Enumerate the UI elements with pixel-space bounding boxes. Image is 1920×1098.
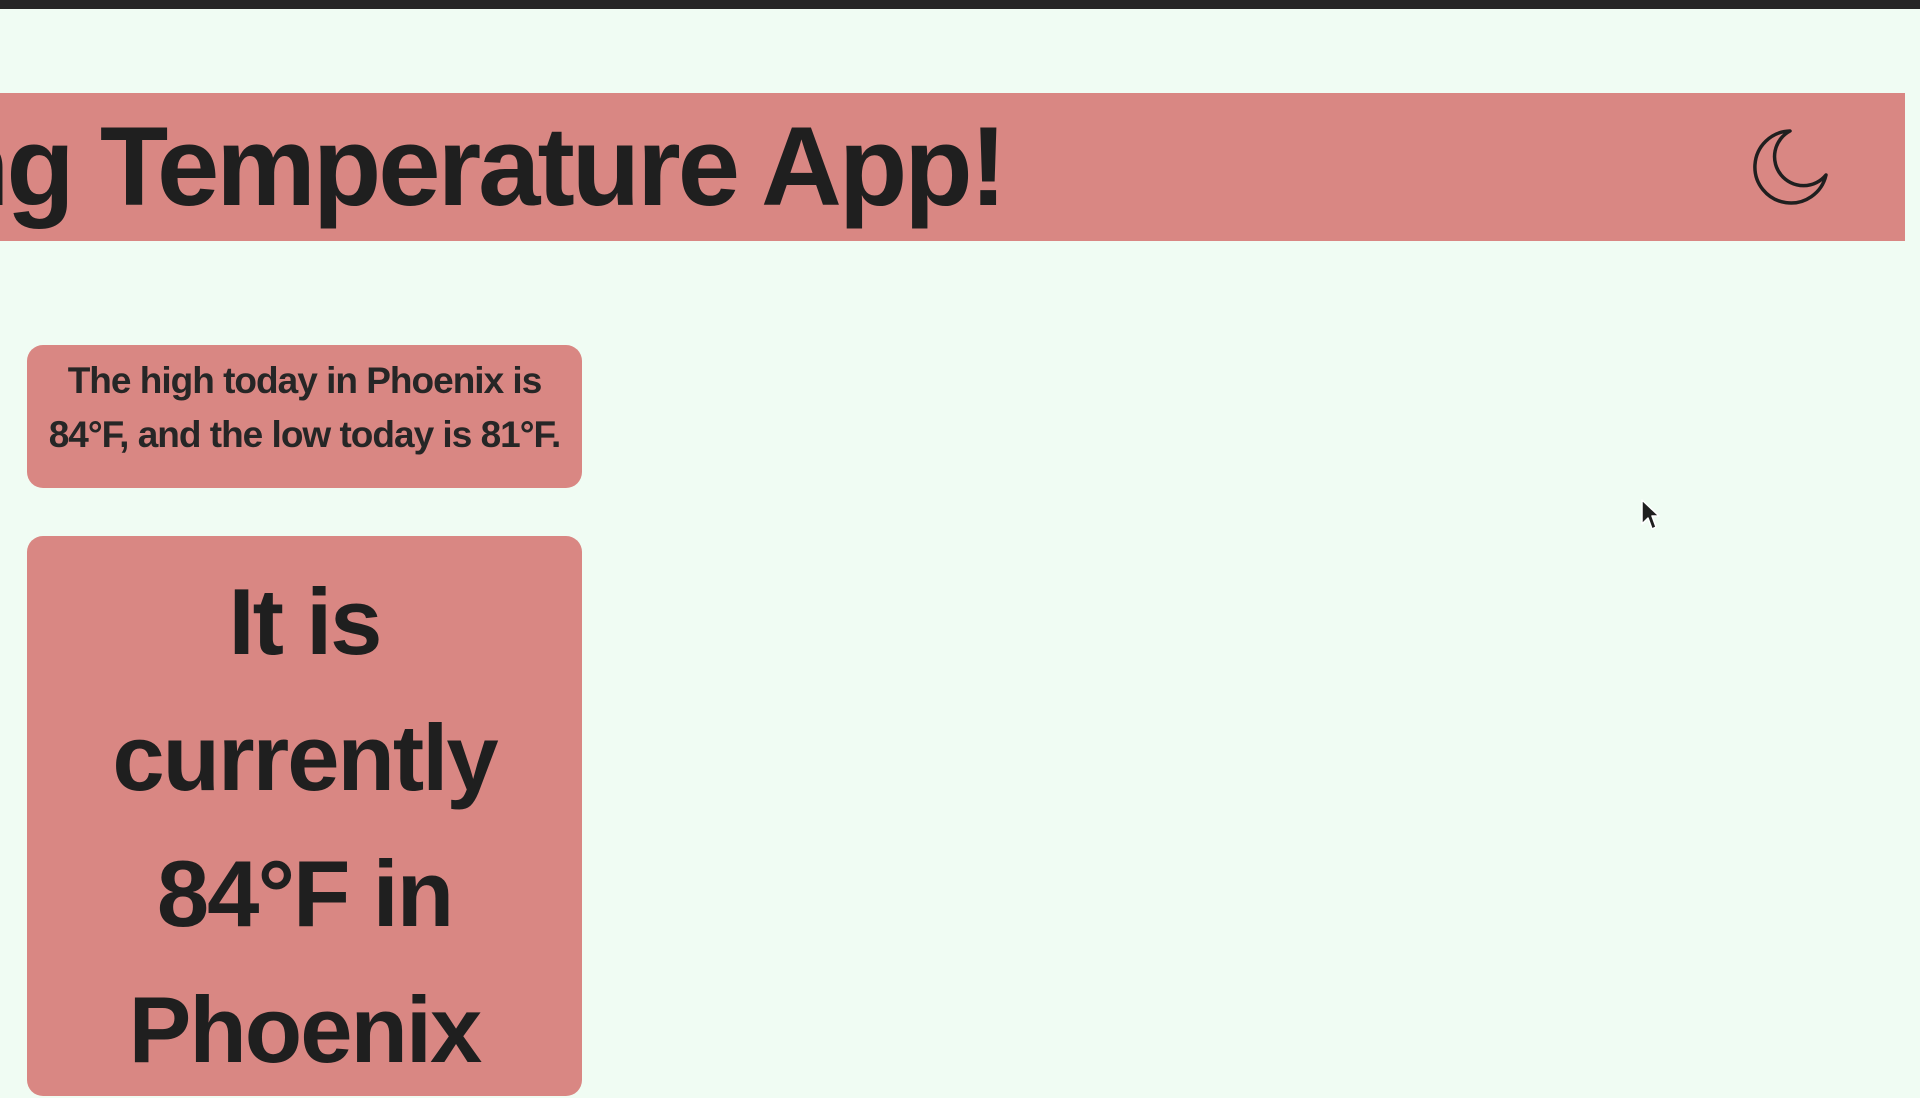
page-title: ing Temperature App! [0, 104, 1007, 229]
daily-range-text: The high today in Phoenix is 84°F, and t… [48, 360, 562, 455]
current-temperature-card: It is currently 84°F in Phoenix [27, 536, 582, 1096]
current-temperature-text: It is currently 84°F in Phoenix [112, 569, 498, 1082]
theme-toggle-button[interactable] [1740, 119, 1836, 215]
mouse-pointer-icon [1641, 499, 1660, 530]
app-header: ing Temperature App! [0, 93, 1905, 241]
moon-icon [1753, 129, 1828, 205]
daily-range-card: The high today in Phoenix is 84°F, and t… [27, 345, 582, 488]
window-top-edge [0, 0, 1920, 9]
